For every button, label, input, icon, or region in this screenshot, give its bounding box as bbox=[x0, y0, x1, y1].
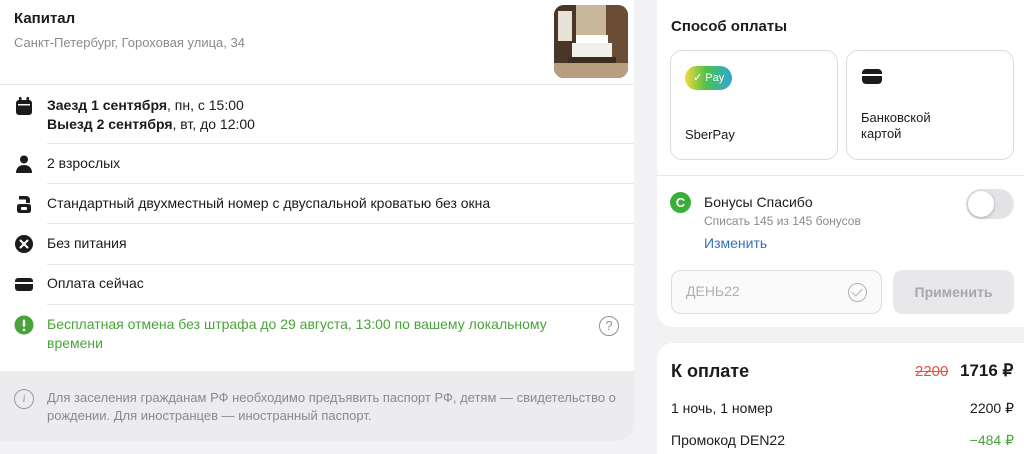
room-text: Стандартный двухместный номер с двуспаль… bbox=[47, 195, 491, 211]
meal-text: Без питания bbox=[47, 235, 127, 251]
new-price: 1716 ₽ bbox=[960, 361, 1014, 380]
promo-line-label: Промокод DEN22 bbox=[671, 432, 785, 448]
bank-card-icon bbox=[862, 69, 882, 84]
bank-card-option[interactable]: Банковской картой bbox=[846, 50, 1014, 160]
bank-card-label: Банковской картой bbox=[861, 110, 931, 141]
divider bbox=[47, 143, 634, 144]
check-circle-icon bbox=[848, 283, 867, 302]
booking-details-card: Капитал Санкт-Петербург, Гороховая улица… bbox=[0, 0, 634, 441]
cancellation-text: Бесплатная отмена без штрафа до 29 авгус… bbox=[47, 316, 547, 351]
divider bbox=[0, 84, 634, 85]
divider bbox=[47, 223, 634, 224]
hotel-address: Санкт-Петербург, Гороховая улица, 34 bbox=[14, 35, 245, 50]
bonus-title: Бонусы Спасибо bbox=[704, 194, 813, 210]
total-title: К оплате bbox=[671, 361, 750, 381]
no-meal-icon bbox=[15, 235, 33, 253]
toggle-knob bbox=[968, 191, 994, 217]
divider bbox=[47, 183, 634, 184]
sberpay-label: SberPay bbox=[685, 127, 735, 142]
nights-value: 2200 ₽ bbox=[970, 400, 1014, 416]
card-icon bbox=[15, 278, 33, 291]
checkin-date: Заезд 1 сентября bbox=[47, 97, 167, 113]
hotel-header: Капитал Санкт-Петербург, Гороховая улица… bbox=[14, 10, 245, 50]
bonus-toggle[interactable] bbox=[966, 189, 1014, 219]
passport-note: i Для заселения гражданам РФ необходимо … bbox=[0, 371, 634, 441]
sberpay-badge-text: Pay bbox=[705, 72, 725, 84]
payment-method-card: Способ оплаты ✓ Pay SberPay Банковской к… bbox=[657, 0, 1024, 327]
guests-text: 2 взрослых bbox=[47, 155, 121, 171]
passport-note-text: Для заселения гражданам РФ необходимо пр… bbox=[47, 390, 616, 423]
divider bbox=[47, 264, 634, 265]
sberpay-check-icon: ✓ bbox=[693, 72, 703, 84]
help-icon[interactable]: ? bbox=[599, 316, 619, 336]
checkout-time: , вт, до 12:00 bbox=[172, 116, 255, 132]
promo-field[interactable] bbox=[671, 270, 882, 314]
apply-promo-button[interactable]: Применить bbox=[893, 270, 1014, 314]
alert-icon bbox=[14, 315, 34, 335]
calendar-icon bbox=[16, 97, 32, 115]
sberpay-option[interactable]: ✓ Pay SberPay bbox=[670, 50, 838, 160]
bed-icon bbox=[17, 196, 31, 213]
payment-text: Оплата сейчас bbox=[47, 275, 144, 291]
spasibo-icon: С bbox=[670, 192, 691, 213]
checkout-text: Выезд 2 сентября, вт, до 12:00 bbox=[47, 115, 255, 134]
old-price: 2200 bbox=[915, 363, 949, 380]
sberpay-badge: ✓ Pay bbox=[685, 66, 732, 90]
hotel-photo[interactable] bbox=[554, 5, 628, 78]
promo-line-value: −484 ₽ bbox=[969, 432, 1014, 448]
bonus-change-link[interactable]: Изменить bbox=[704, 235, 767, 251]
promo-input[interactable] bbox=[686, 283, 836, 299]
info-icon: i bbox=[14, 389, 34, 409]
hotel-name: Капитал bbox=[14, 10, 76, 27]
payment-method-title: Способ оплаты bbox=[671, 18, 788, 35]
checkout-date: Выезд 2 сентября bbox=[47, 116, 173, 132]
bonus-subtitle: Списать 145 из 145 бонусов bbox=[704, 214, 861, 228]
checkin-time: , пн, с 15:00 bbox=[167, 97, 244, 113]
checkin-text: Заезд 1 сентября, пн, с 15:00 bbox=[47, 96, 244, 115]
divider bbox=[47, 304, 634, 305]
divider bbox=[657, 175, 1024, 176]
nights-label: 1 ночь, 1 номер bbox=[671, 400, 773, 416]
total-card: К оплате 2200 1716 ₽ 1 ночь, 1 номер 220… bbox=[657, 343, 1024, 454]
person-icon bbox=[16, 155, 32, 173]
